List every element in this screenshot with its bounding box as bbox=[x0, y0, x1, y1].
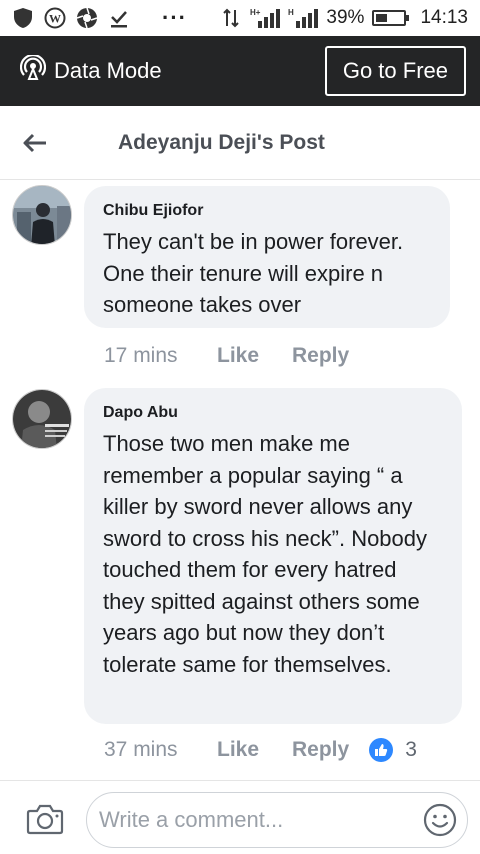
comment-actions: 17 mins Like Reply bbox=[104, 344, 349, 368]
comment-actions: 37 mins Like Reply 3 bbox=[104, 738, 417, 762]
svg-text:H: H bbox=[288, 8, 294, 17]
reply-button[interactable]: Reply bbox=[292, 738, 349, 762]
camera-icon[interactable] bbox=[26, 803, 64, 835]
page-title: Adeyanju Deji's Post bbox=[118, 130, 325, 154]
go-to-free-button[interactable]: Go to Free bbox=[324, 46, 466, 96]
download-done-icon bbox=[108, 7, 130, 29]
comment-author[interactable]: Dapo Abu bbox=[103, 404, 442, 422]
svg-text:H+: H+ bbox=[250, 8, 261, 17]
battery-icon bbox=[372, 10, 410, 26]
comment-text: They can't be in power forever. One thei… bbox=[103, 229, 404, 317]
reply-button[interactable]: Reply bbox=[292, 344, 349, 368]
status-bar: W ··· H+ H 39% 14:13 bbox=[0, 0, 480, 36]
data-transfer-icon bbox=[220, 7, 242, 29]
battery-percent: 39% bbox=[326, 7, 365, 28]
comment-author[interactable]: Chibu Ejiofor bbox=[103, 202, 430, 220]
aperture-icon bbox=[76, 7, 98, 29]
data-mode-label: Data Mode bbox=[54, 58, 162, 83]
post-header: Adeyanju Deji's Post bbox=[0, 106, 480, 180]
svg-text:W: W bbox=[49, 12, 61, 26]
thumbs-up-icon bbox=[369, 738, 394, 762]
broadcast-icon bbox=[19, 53, 47, 87]
like-button[interactable]: Like bbox=[217, 738, 292, 762]
back-button[interactable] bbox=[0, 106, 70, 180]
comment-bubble: Chibu Ejiofor They can't be in power for… bbox=[84, 186, 450, 328]
data-mode-indicator: Data Mode bbox=[19, 53, 162, 87]
emoji-icon[interactable] bbox=[423, 803, 457, 837]
comment-composer bbox=[0, 780, 480, 854]
clock: 14:13 bbox=[420, 7, 468, 28]
comment-text: Those two men make me remember a popular… bbox=[103, 431, 428, 677]
more-notifications-icon: ··· bbox=[162, 5, 187, 30]
comment-input[interactable] bbox=[99, 807, 423, 833]
avatar[interactable] bbox=[12, 389, 72, 449]
comment-input-wrapper bbox=[86, 792, 468, 848]
avatar[interactable] bbox=[12, 185, 72, 245]
comment-bubble: Dapo Abu Those two men make me remember … bbox=[84, 388, 462, 724]
reaction-count: 3 bbox=[405, 738, 417, 761]
shield-icon bbox=[12, 7, 34, 29]
like-button[interactable]: Like bbox=[217, 344, 292, 368]
signal-sim2-icon: H bbox=[288, 7, 319, 29]
back-arrow-icon bbox=[23, 133, 46, 152]
comment-timestamp[interactable]: 17 mins bbox=[104, 344, 217, 368]
data-mode-bar: Data Mode Go to Free bbox=[0, 36, 480, 106]
reaction-summary[interactable]: 3 bbox=[369, 738, 417, 762]
comment-timestamp[interactable]: 37 mins bbox=[104, 738, 217, 762]
signal-sim1-icon: H+ bbox=[250, 7, 281, 29]
wordpress-icon: W bbox=[44, 7, 66, 29]
battery-fill bbox=[376, 14, 387, 22]
